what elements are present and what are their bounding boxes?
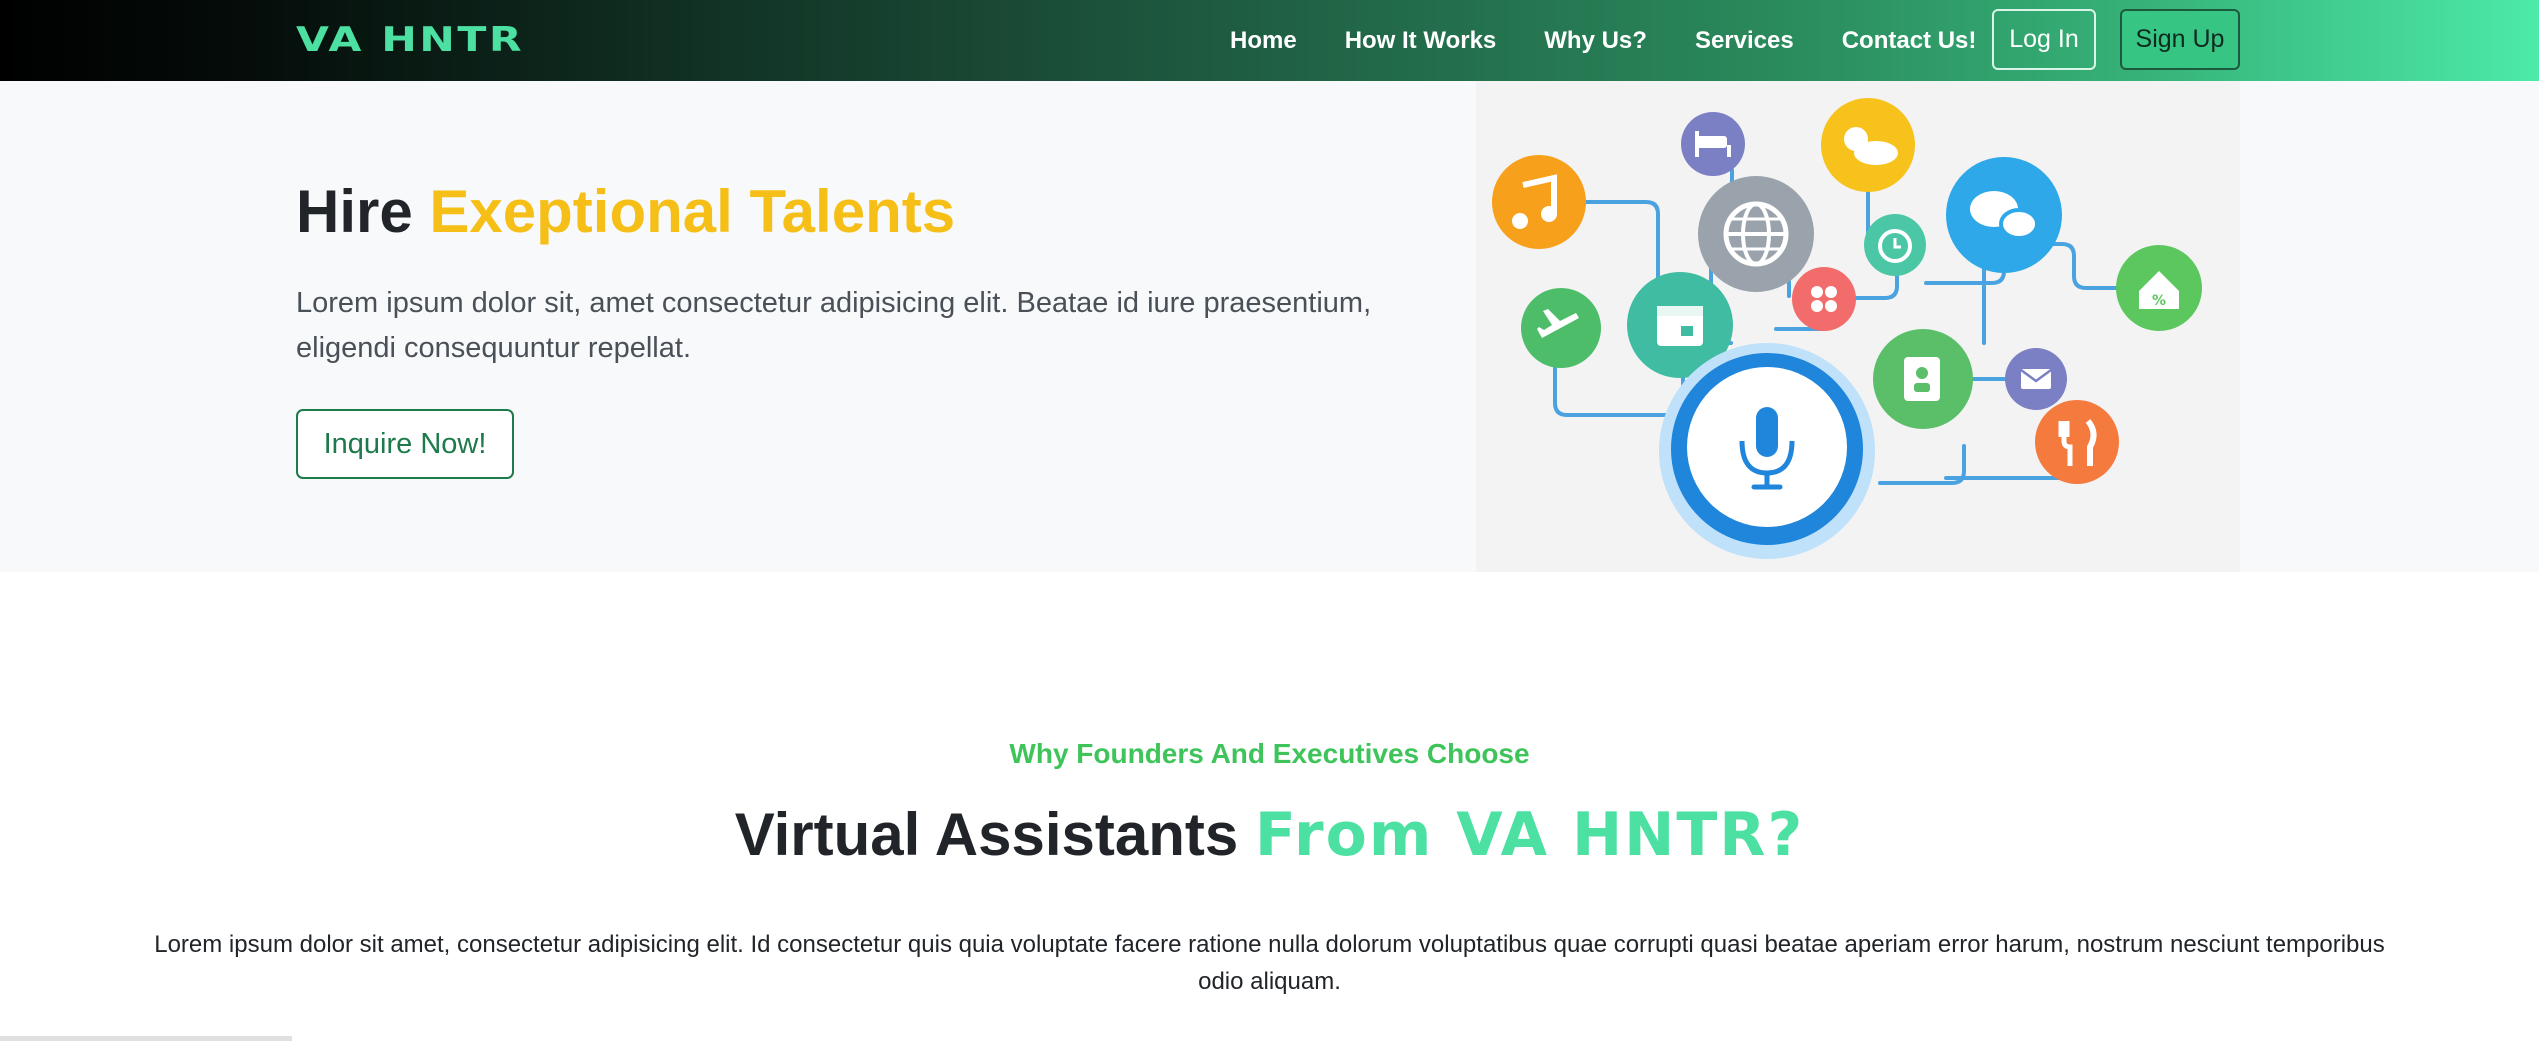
section-title: Virtual Assistants From VA HNTR? [0,800,2539,870]
hero-description: Lorem ipsum dolor sit, amet consectetur … [296,287,1372,364]
alarm-icon [1864,214,1926,276]
mail-icon [2005,348,2067,410]
signup-button[interactable]: Sign Up [2120,9,2240,70]
bottom-strip [0,1036,292,1041]
connected-services-illustration: % [1492,98,2202,559]
navbar: VA HNTR Home How It Works Why Us? Servic… [0,0,2539,81]
svg-text:%: % [2152,293,2166,309]
nav-link-why-us[interactable]: Why Us? [1544,27,1647,55]
nav-link-home[interactable]: Home [1230,27,1297,55]
hero-title-accent: Exeptional Talents [429,178,956,245]
globe-icon [1698,176,1814,292]
nav-link-how-it-works[interactable]: How It Works [1345,27,1497,55]
login-button[interactable]: Log In [1992,9,2096,70]
microphone-icon [1659,343,1875,559]
home-percent-icon: % [2116,245,2202,331]
weather-icon [1821,98,1915,192]
hero-section: Hire Exeptional Talents Lorem ipsum dolo… [0,81,2539,572]
section-title-plain: Virtual Assistants [734,801,1255,868]
chat-icon [1946,157,2062,273]
nav-link-contact[interactable]: Contact Us! [1842,27,1977,55]
hero-illustration: % [1476,81,2240,572]
contacts-icon [1873,329,1973,429]
section-kicker: Why Founders And Executives Choose [1009,738,1530,769]
brand-logo[interactable]: VA HNTR [296,18,524,62]
hero-title: Hire Exeptional Talents [296,177,955,246]
section-description: Lorem ipsum dolor sit amet, consectetur … [154,931,2385,995]
section-title-accent: From VA HNTR? [1254,800,1805,870]
hero-title-plain: Hire [296,178,430,245]
plane-icon [1521,288,1601,368]
bed-icon [1681,112,1745,176]
clover-icon [1792,267,1856,331]
nav-link-services[interactable]: Services [1695,27,1794,55]
nav-links: Home How It Works Why Us? Services Conta… [1230,0,1976,81]
inquire-now-button[interactable]: Inquire Now! [296,409,514,479]
music-icon [1492,155,1586,249]
fork-knife-icon [2035,400,2119,484]
